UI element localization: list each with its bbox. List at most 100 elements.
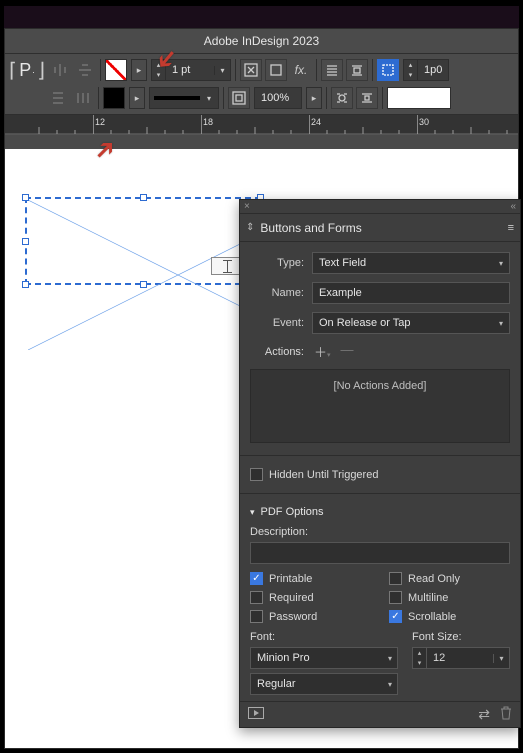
text-wrap-group	[321, 59, 368, 81]
name-value: Example	[319, 287, 362, 299]
distribute-icon-2[interactable]	[72, 87, 94, 109]
checkbox-icon[interactable]	[389, 572, 402, 585]
wrap-jump-icon[interactable]	[356, 87, 378, 109]
separator	[235, 59, 236, 81]
font-size-label: Font Size:	[412, 631, 510, 643]
printable-label: Printable	[269, 573, 312, 585]
pdf-options-header[interactable]: ▾ PDF Options	[250, 506, 510, 518]
preview-spread-icon[interactable]	[248, 707, 264, 722]
checkbox-icon[interactable]	[389, 591, 402, 604]
multiline-label: Multiline	[408, 592, 448, 604]
resize-handle[interactable]	[140, 194, 147, 201]
remove-action-icon[interactable]: —	[341, 342, 354, 361]
name-label: Name:	[250, 287, 304, 299]
readonly-label: Read Only	[408, 573, 460, 585]
font-family-dropdown[interactable]: Minion Pro▾	[250, 647, 398, 669]
password-checkbox[interactable]: Password	[250, 610, 371, 623]
fit-content-icon[interactable]	[240, 59, 262, 81]
stroke-weight-value[interactable]: 1 pt	[166, 64, 214, 76]
divider	[240, 455, 520, 456]
required-checkbox[interactable]: Required	[250, 591, 371, 604]
font-label: Font:	[250, 631, 398, 643]
align-icon-2[interactable]	[74, 59, 96, 81]
resize-handle[interactable]	[140, 281, 147, 288]
convert-to-object-icon[interactable]: ⇄	[478, 706, 490, 723]
panel-tab[interactable]: ⇕ Buttons and Forms	[246, 221, 362, 235]
trash-icon[interactable]	[500, 706, 512, 723]
corner-size-stepper[interactable]: ▴▾ 1p0	[403, 59, 449, 81]
app-title: Adobe InDesign 2023	[204, 34, 319, 48]
wrap-shape-icon[interactable]	[331, 87, 353, 109]
fill-swatch-none[interactable]	[105, 59, 127, 81]
opacity-field[interactable]: 100%	[254, 87, 302, 109]
checkbox-icon[interactable]	[250, 468, 263, 481]
stroke-style-dropdown[interactable]: ▾	[149, 87, 219, 109]
wrap-none-icon[interactable]	[321, 59, 343, 81]
collapse-icon[interactable]: «	[510, 201, 516, 212]
scrollable-checkbox[interactable]: ✓ Scrollable	[389, 610, 510, 623]
panel-footer: ⇄	[240, 701, 520, 727]
fit-frame-icon[interactable]	[265, 59, 287, 81]
font-style-dropdown[interactable]: Regular▾	[250, 673, 398, 695]
checkbox-icon[interactable]	[250, 610, 263, 623]
wrap-group-2	[331, 87, 378, 109]
event-dropdown[interactable]: On Release or Tap▾	[312, 312, 510, 334]
corner-options-icon[interactable]	[377, 59, 399, 81]
center-content-icon[interactable]	[228, 87, 250, 109]
gradient-swatch[interactable]	[387, 87, 451, 109]
scrollable-label: Scrollable	[408, 611, 456, 623]
type-label: Type:	[250, 257, 304, 269]
close-icon[interactable]: ×	[244, 201, 250, 212]
description-input[interactable]	[250, 542, 510, 564]
printable-checkbox[interactable]: ✓ Printable	[250, 572, 371, 585]
stroke-weight-stepper[interactable]: ▴▾ 1 pt ▾	[151, 59, 231, 81]
password-label: Password	[269, 611, 317, 623]
control-panel: ⌈P.⌋ ▸ ▴▾ 1 pt ▾ fx.	[5, 54, 518, 115]
stroke-swatch-black[interactable]	[103, 87, 125, 109]
separator	[223, 87, 224, 109]
checkbox-icon[interactable]	[250, 591, 263, 604]
font-size-stepper[interactable]: ▴▾ 12 ▾	[412, 647, 510, 669]
divider	[240, 493, 520, 494]
separator	[100, 59, 101, 81]
document-canvas[interactable]: × « ⇕ Buttons and Forms ≡ Type: Text Fie…	[5, 149, 518, 748]
buttons-forms-panel[interactable]: × « ⇕ Buttons and Forms ≡ Type: Text Fie…	[239, 199, 521, 728]
panel-grip-bar[interactable]: × «	[240, 200, 520, 214]
checkbox-icon[interactable]: ✓	[389, 610, 402, 623]
wrap-bounding-icon[interactable]	[346, 59, 368, 81]
font-size-value[interactable]: 12	[427, 652, 493, 664]
expand-arrows-icon: ⇕	[246, 222, 254, 233]
checkbox-icon[interactable]: ✓	[250, 572, 263, 585]
readonly-checkbox[interactable]: Read Only	[389, 572, 510, 585]
add-action-icon[interactable]: ＋▾	[314, 342, 331, 361]
panel-title: Buttons and Forms	[260, 221, 361, 235]
align-icon-1[interactable]	[49, 59, 71, 81]
paragraph-mode-indicator[interactable]: ⌈P.⌋	[11, 47, 43, 93]
align-distribute-group	[49, 59, 96, 81]
effects-icon[interactable]: fx.	[290, 59, 312, 81]
hidden-label: Hidden Until Triggered	[269, 469, 378, 481]
type-dropdown[interactable]: Text Field▾	[312, 252, 510, 274]
resize-handle[interactable]	[22, 281, 29, 288]
distribute-icon-1[interactable]	[47, 87, 69, 109]
separator	[372, 59, 373, 81]
window-titlebar: Adobe InDesign 2023	[5, 29, 518, 54]
name-input[interactable]: Example	[312, 282, 510, 304]
resize-handle[interactable]	[22, 238, 29, 245]
selected-text-field-frame[interactable]	[25, 197, 261, 285]
ruler-ticks	[5, 115, 518, 134]
separator	[98, 87, 99, 109]
chevron-down-icon: ▾	[250, 507, 255, 518]
hidden-until-triggered-checkbox[interactable]: Hidden Until Triggered	[250, 468, 510, 481]
resize-handle[interactable]	[22, 194, 29, 201]
stroke-menu-arrow[interactable]: ▸	[129, 87, 145, 109]
actions-list[interactable]: [No Actions Added]	[250, 369, 510, 443]
multiline-checkbox[interactable]: Multiline	[389, 591, 510, 604]
macos-background-strip	[4, 6, 519, 28]
horizontal-ruler[interactable]: 12 18 24 30	[5, 115, 518, 135]
panel-menu-icon[interactable]: ≡	[508, 222, 514, 234]
fill-menu-arrow[interactable]: ▸	[131, 59, 147, 81]
separator	[316, 59, 317, 81]
opacity-menu-arrow[interactable]: ▸	[306, 87, 322, 109]
corner-size-value[interactable]: 1p0	[418, 64, 448, 76]
